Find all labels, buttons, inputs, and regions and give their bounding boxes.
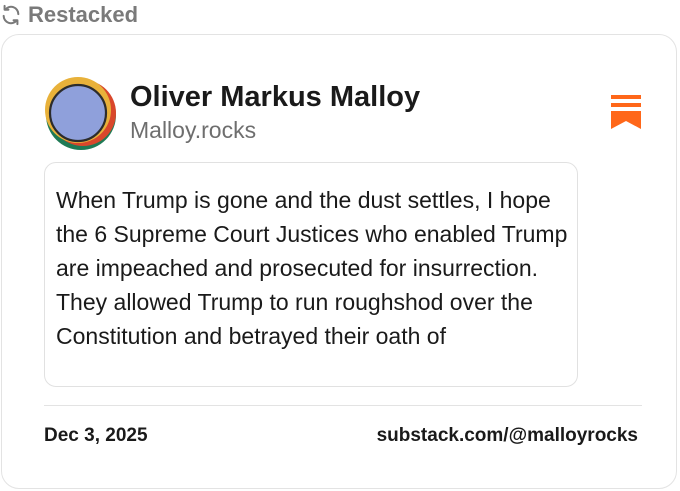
post-date: Dec 3, 2025 (44, 425, 148, 446)
author-name[interactable]: Oliver Markus Malloy (130, 81, 420, 114)
substack-logo-icon[interactable] (611, 95, 641, 129)
profile-link[interactable]: substack.com/@malloyrocks (377, 425, 638, 447)
author-handle[interactable]: Malloy.rocks (130, 117, 256, 144)
restacked-post-card[interactable]: Oliver Markus Malloy Malloy.rocks When T… (1, 34, 677, 489)
restacked-header: Restacked (0, 0, 138, 30)
restacked-label: Restacked (28, 2, 139, 27)
post-text: When Trump is gone and the dust settles,… (56, 187, 568, 349)
author-avatar[interactable] (43, 76, 117, 150)
divider (44, 405, 642, 406)
restack-icon (0, 4, 22, 26)
post-content[interactable]: When Trump is gone and the dust settles,… (44, 162, 578, 387)
avatar-icon (45, 77, 116, 150)
